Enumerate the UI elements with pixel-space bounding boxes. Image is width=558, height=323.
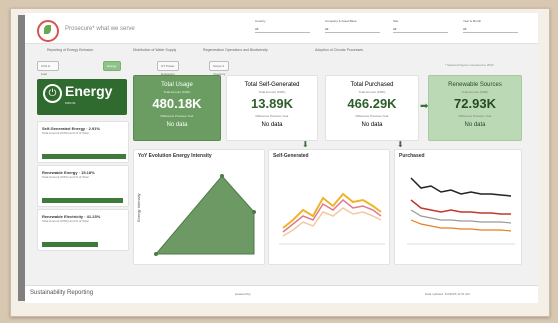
- kpi-sub: Total Amount (KWh): [258, 90, 286, 94]
- filter-label: Company & Asset Base: [325, 19, 357, 23]
- kpi-total-self-generated[interactable]: Total Self-Generated Total Amount (KWh) …: [226, 75, 318, 141]
- purchased-line-chart: [407, 177, 515, 245]
- tagline: Prosecure* what we serve: [65, 26, 135, 32]
- tab-regeneration[interactable]: Regeneration Operations and Biodiversity: [203, 48, 268, 52]
- kpi-note: Difference Previous Year: [160, 114, 194, 118]
- filter-label: Site: [393, 19, 399, 23]
- kpi-title: Total Self-Generated: [244, 82, 300, 88]
- kpi-total-purchased[interactable]: Total Purchased Total Amount (KWh) 466.2…: [325, 75, 419, 141]
- card-sub: Total Amount (KWh) and % of Total: [42, 131, 89, 135]
- logo-icon: [37, 20, 59, 42]
- series-line: [282, 192, 382, 229]
- card-renewable-electricity[interactable]: Renewable Electricity · 41.23% Total Amo…: [37, 209, 129, 251]
- kpi-renewable-sources[interactable]: Renewable Sources Total Amount (KWh) 72.…: [428, 75, 522, 141]
- card-renewable-energy[interactable]: Renewable Energy · 15.18% Total Amount (…: [37, 165, 129, 207]
- energy-title-card: ⏻ Energy KWh 01: [37, 79, 127, 115]
- kpi-delta: No data: [261, 122, 283, 128]
- kpi-total-usage[interactable]: Total Usage Total Amount (KWh) 480.18K D…: [133, 75, 221, 141]
- chart-title: Purchased: [399, 153, 425, 159]
- filter-value[interactable]: All: [393, 27, 448, 33]
- arrow-down-icon: ⬇: [397, 140, 404, 149]
- progress-bar: [42, 242, 98, 247]
- comparison-hint: * Selected figures compared to 2020: [445, 63, 494, 67]
- button-energy[interactable]: Energy: [103, 61, 121, 71]
- series-line: [410, 199, 511, 215]
- chart-self-generated[interactable]: Self-Generated: [268, 149, 390, 265]
- kpi-value: 72.93K: [454, 96, 496, 111]
- series-line: [282, 207, 382, 237]
- kpi-sub: Total Amount (KWh): [461, 90, 489, 94]
- kpi-title: Total Purchased: [350, 82, 394, 88]
- arrow-down-icon: ⬇: [302, 140, 309, 149]
- footer: Sustainability Reporting powered by Data…: [25, 285, 538, 303]
- kpi-delta: No data: [166, 122, 188, 128]
- footer-title: Sustainability Reporting: [30, 290, 94, 296]
- energy-subtitle: KWh 01: [65, 101, 76, 105]
- filter-value[interactable]: All: [463, 27, 518, 33]
- card-self-generated-energy[interactable]: Self-Generated Energy · 2.91% Total Amou…: [37, 121, 129, 163]
- chart-purchased[interactable]: Purchased: [394, 149, 522, 265]
- footer-updated: Data updated: 3/3/2025 11:51 AM: [425, 292, 470, 296]
- data-point: [154, 252, 158, 256]
- chart-title: Self-Generated: [273, 153, 309, 159]
- self-generated-line-chart: [279, 192, 385, 245]
- tab-circular-processes[interactable]: Adoption of Circular Processes: [315, 48, 363, 52]
- footer-powered-by: powered by: [235, 292, 251, 296]
- filter-label: Country: [255, 19, 266, 23]
- evolution-area-chart: Energy Intensity: [136, 174, 256, 256]
- series-line: [410, 177, 512, 197]
- dashboard: Prosecure* what we serve Country All Comp…: [25, 13, 538, 303]
- button-gt-power[interactable]: GT Power Emissions: [157, 61, 179, 76]
- y-axis-label: Energy Intensity: [136, 193, 141, 222]
- energy-title: Energy: [65, 83, 113, 99]
- filter-value[interactable]: All: [325, 27, 380, 33]
- kpi-sub: Total Amount (KWh): [163, 90, 191, 94]
- header: Prosecure* what we serve Country All Comp…: [25, 13, 538, 44]
- filter-site[interactable]: Site All: [393, 19, 448, 37]
- filter-year-month[interactable]: Year & Month All: [463, 19, 518, 37]
- tab-energy-emission[interactable]: Reporting of Energy Emission: [47, 48, 93, 52]
- tab-water-supply[interactable]: Distribution of Water Supply: [133, 48, 176, 52]
- filter-company[interactable]: Company & Asset Base All: [325, 19, 380, 37]
- button-co2[interactable]: CO2 & Fuel Emissions: [37, 61, 59, 84]
- filter-value[interactable]: All: [255, 27, 310, 33]
- button-scope3[interactable]: Scope 3 Inventory Tool: [209, 61, 230, 84]
- progress-bar: [42, 154, 126, 159]
- kpi-delta: No data: [361, 122, 383, 128]
- kpi-delta: No data: [464, 122, 486, 128]
- data-point: [252, 210, 256, 214]
- kpi-note: Difference Previous Year: [355, 114, 389, 118]
- kpi-value: 466.29K: [347, 96, 397, 111]
- kpi-note: Difference Previous Year: [255, 114, 289, 118]
- kpi-value: 480.18K: [152, 96, 202, 111]
- card-sub: Total Amount (KWh) and % of Total: [42, 219, 89, 223]
- filter-label: Year & Month: [463, 19, 482, 23]
- kpi-title: Renewable Sources: [448, 82, 502, 88]
- chart-title: YoY Evolution Energy Intensity: [138, 153, 212, 159]
- kpi-value: 13.89K: [251, 96, 293, 111]
- filter-country[interactable]: Country All: [255, 19, 310, 37]
- data-point: [220, 174, 224, 178]
- energy-icon: ⏻: [43, 84, 62, 103]
- progress-bar: [42, 198, 123, 203]
- kpi-title: Total Usage: [161, 82, 193, 88]
- card-sub: Total Amount (KWh) and % of Total: [42, 175, 89, 179]
- chart-yoy-evolution[interactable]: YoY Evolution Energy Intensity Energy In…: [133, 149, 265, 265]
- area-series: [154, 175, 255, 255]
- nav-tabs: Reporting of Energy Emission Distributio…: [25, 46, 538, 56]
- kpi-sub: Total Amount (KWh): [358, 90, 386, 94]
- kpi-note: Difference Previous Year: [458, 114, 492, 118]
